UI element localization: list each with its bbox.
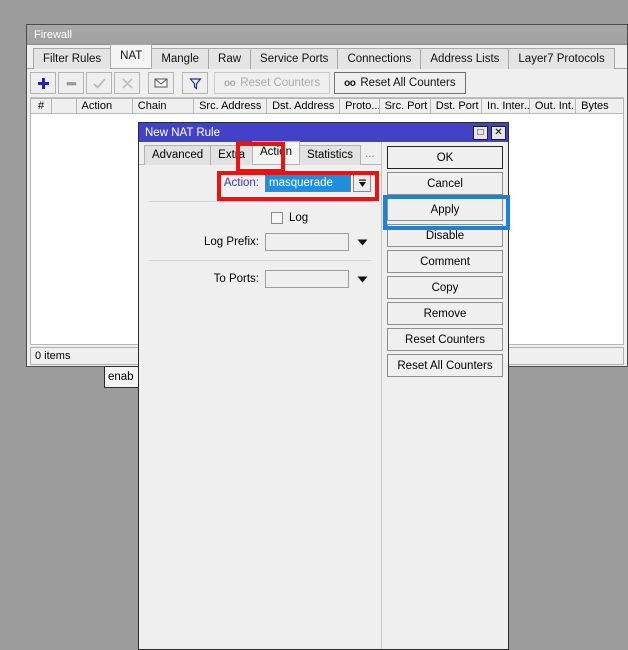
reset-all-counters-label: Reset All Counters [360,77,455,89]
ok-button[interactable]: OK [387,146,503,169]
column-header-bytes[interactable]: Bytes [576,98,624,114]
comment-icon [154,77,168,89]
log-prefix-dropdown-button[interactable] [353,239,371,246]
to-ports-input[interactable] [265,270,349,288]
reset-counters-button[interactable]: oo Reset Counters [214,72,330,94]
firewall-tab-bar: Filter Rules NAT Mangle Raw Service Port… [27,45,627,69]
column-header-out-interface[interactable]: Out. Int... [530,98,576,114]
apply-button[interactable]: Apply [387,198,503,221]
add-icon [37,77,50,90]
log-label: Log [289,212,308,224]
to-ports-label: To Ports: [139,273,265,285]
nat-dialog-form-panel: Advanced Extra Action Statistics ... Act… [139,142,382,649]
status-bar-item-count: 0 items [35,350,70,362]
reset-counters-button[interactable]: Reset Counters [387,328,503,351]
tab-connections[interactable]: Connections [337,48,421,69]
log-row: Log [139,212,381,224]
tab-statistics[interactable]: Statistics [299,145,361,165]
column-header-dst-port[interactable]: Dst. Port [431,98,482,114]
action-input[interactable]: masquerade [265,174,351,192]
column-header-src-address[interactable]: Src. Address [194,98,267,114]
column-header-protocol[interactable]: Proto... [340,98,380,114]
tab-raw[interactable]: Raw [208,48,251,69]
tab-more[interactable]: ... [360,144,380,165]
action-field-wrap: masquerade [265,174,371,192]
tab-extra[interactable]: Extra [210,145,253,165]
log-prefix-field-wrap [265,233,371,251]
remove-button[interactable] [58,72,84,94]
comment-button[interactable] [148,72,174,94]
copy-button[interactable]: Copy [387,276,503,299]
close-icon[interactable]: ✕ [491,126,506,140]
tab-filter-rules[interactable]: Filter Rules [33,48,111,69]
tab-address-lists[interactable]: Address Lists [420,48,509,69]
column-header-chain[interactable]: Chain [133,98,194,114]
add-button[interactable] [30,72,56,94]
reset-all-counters-button[interactable]: oo Reset All Counters [334,72,465,94]
column-header-number[interactable]: # [30,98,52,114]
counter-icon: oo [224,78,235,89]
tab-action[interactable]: Action [252,141,300,164]
disable-button[interactable] [114,72,140,94]
tab-layer7-protocols[interactable]: Layer7 Protocols [508,48,614,69]
reset-all-counters-button[interactable]: Reset All Counters [387,354,503,377]
firewall-titlebar: Firewall [27,25,627,45]
nat-dialog-body: Advanced Extra Action Statistics ... Act… [139,142,508,649]
nat-dialog-titlebar[interactable]: New NAT Rule □ ✕ [139,123,508,142]
log-prefix-input[interactable] [265,233,349,251]
background-enable-button[interactable]: enab [104,366,140,388]
column-header-in-interface[interactable]: In. Inter... [482,98,530,114]
tab-service-ports[interactable]: Service Ports [250,48,338,69]
counter-all-icon: oo [344,78,355,89]
comment-button[interactable]: Comment [387,250,503,273]
enable-icon [93,77,106,90]
firewall-toolbar: oo Reset Counters oo Reset All Counters [27,69,627,97]
to-ports-row: To Ports: [139,270,381,288]
disable-icon [121,77,134,90]
log-prefix-row: Log Prefix: [139,233,381,251]
reset-counters-label: Reset Counters [240,77,320,89]
new-nat-rule-dialog: New NAT Rule □ ✕ Advanced Extra Action S… [138,122,509,650]
action-dropdown-button[interactable] [353,174,371,192]
tab-nat[interactable]: NAT [110,44,152,68]
log-checkbox[interactable] [271,212,283,224]
action-label: Action: [139,177,265,189]
nat-dialog-button-panel: OK Cancel Apply Disable Comment Copy Rem… [382,142,508,649]
cancel-button[interactable]: Cancel [387,172,503,195]
remove-icon [65,77,78,90]
table-column-header: # Action Chain Src. Address Dst. Address… [30,97,624,114]
column-header-dst-address[interactable]: Dst. Address [267,98,340,114]
chevron-down-icon [357,178,368,189]
disable-button[interactable]: Disable [387,224,503,247]
column-header-src-port[interactable]: Src. Port [380,98,431,114]
maximize-icon[interactable]: □ [473,126,488,140]
firewall-window-title: Firewall [34,29,72,41]
background-enable-label: enab [108,371,134,383]
to-ports-dropdown-button[interactable] [353,276,371,283]
divider-1 [149,201,371,202]
column-header-blank[interactable] [52,98,76,114]
column-header-action[interactable]: Action [77,98,133,114]
enable-button[interactable] [86,72,112,94]
log-prefix-label: Log Prefix: [139,236,265,248]
remove-button[interactable]: Remove [387,302,503,325]
filter-button[interactable] [182,72,208,94]
nat-dialog-tab-bar: Advanced Extra Action Statistics ... [139,142,381,165]
filter-icon [189,77,202,90]
to-ports-field-wrap [265,270,371,288]
tab-mangle[interactable]: Mangle [151,48,209,69]
chevron-down-icon [357,239,368,246]
tab-advanced[interactable]: Advanced [144,145,211,165]
nat-dialog-title: New NAT Rule [145,127,470,139]
chevron-down-icon [357,276,368,283]
divider-2 [149,260,371,261]
action-row: Action: masquerade [139,174,381,192]
